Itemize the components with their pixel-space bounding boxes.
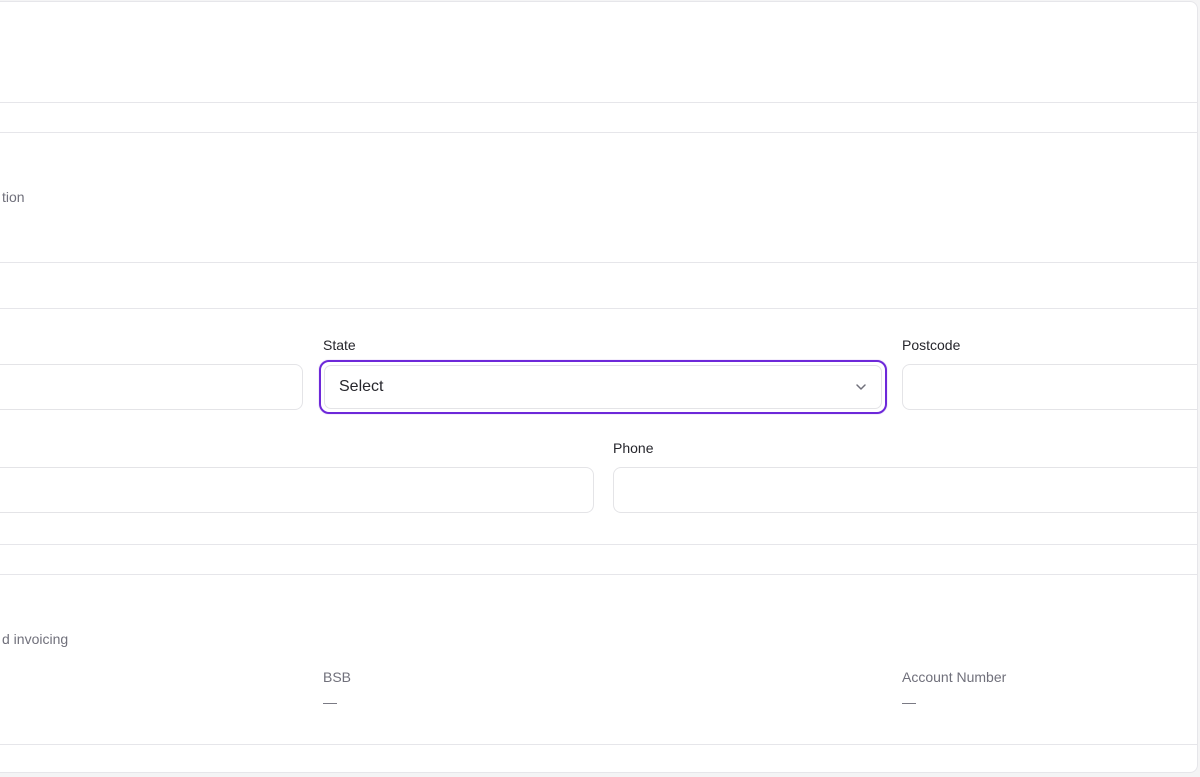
chevron-down-icon [856,384,866,390]
email-input[interactable] [0,467,594,513]
bsb-label: BSB [323,669,352,685]
divider [0,102,1197,103]
divider [0,308,1197,309]
state-select[interactable]: Select [319,360,887,414]
suburb-input[interactable] [0,364,303,410]
divider [0,262,1197,263]
state-label: State [323,337,356,353]
postcode-input[interactable] [902,364,1197,410]
state-select-value: Select [339,378,384,395]
contact-section-description: tion [2,189,25,205]
postcode-label: Postcode [902,337,961,353]
divider [0,744,1197,745]
banking-section-description: d invoicing [2,631,69,647]
bsb-value: — [323,694,337,710]
state-select-inner [324,365,882,409]
account-number-label: Account Number [902,669,1007,685]
account-number-value: — [902,694,916,710]
phone-input[interactable] [613,467,1197,513]
divider [0,574,1197,575]
phone-label: Phone [613,440,654,456]
form-card: tion d invoicing State Select Postcode P… [0,1,1198,773]
divider [0,132,1197,133]
divider [0,544,1197,545]
